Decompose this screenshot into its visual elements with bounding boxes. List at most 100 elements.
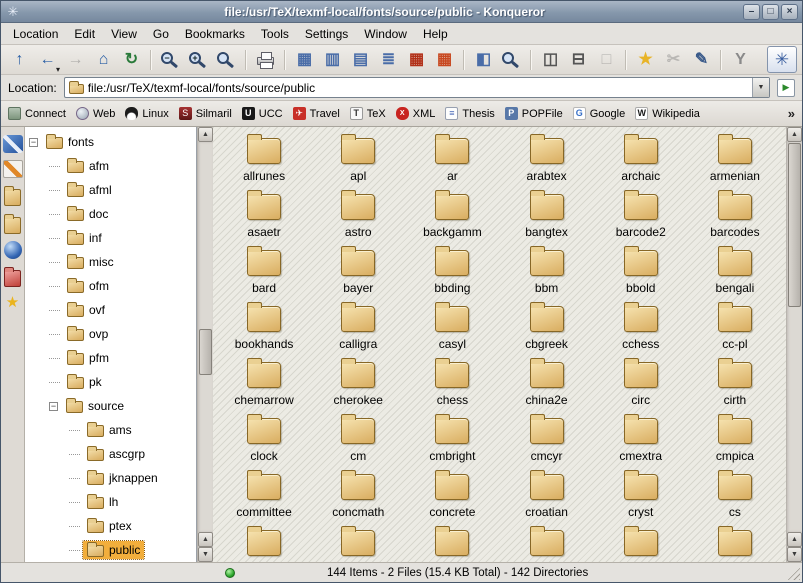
document-edit-icon[interactable]: ✎ — [688, 47, 715, 73]
tree-scroll-thumb[interactable] — [199, 329, 212, 375]
folder-cmpica[interactable]: cmpica — [688, 415, 782, 471]
folder-cherokee[interactable]: cherokee — [311, 359, 405, 415]
scroll-up-icon[interactable] — [198, 532, 213, 547]
bookmark-popfile[interactable]: PPOPFile — [505, 107, 563, 120]
bookmark-web[interactable]: Web — [76, 107, 115, 120]
folder-bookhands[interactable]: bookhands — [217, 303, 311, 359]
bookmark-linux[interactable]: Linux — [125, 107, 168, 120]
menu-tools[interactable]: Tools — [253, 25, 297, 43]
tree-item-ovf[interactable]: ovf — [25, 298, 196, 322]
tree-item-source[interactable]: −source — [25, 394, 196, 418]
main-scroll-thumb[interactable] — [788, 143, 801, 307]
bookmark-ucc[interactable]: UUCC — [242, 107, 283, 120]
folder-bayer[interactable]: bayer — [311, 247, 405, 303]
tree-scrollbar[interactable] — [197, 127, 213, 562]
folder-chemarrow[interactable]: chemarrow — [217, 359, 311, 415]
folder-china2e[interactable]: china2e — [499, 359, 593, 415]
tree-item-public[interactable]: public — [25, 538, 196, 562]
bookmark-google[interactable]: GGoogle — [573, 107, 625, 120]
folder-bangtex[interactable]: bangtex — [499, 191, 593, 247]
list-view-icon[interactable]: ▤ — [347, 47, 374, 73]
pencil-icon[interactable] — [3, 160, 23, 178]
wand-icon[interactable]: Y — [727, 47, 754, 73]
folder-asaetr[interactable]: asaetr — [217, 191, 311, 247]
folder-bbm[interactable]: bbm — [499, 247, 593, 303]
folder-cmbright[interactable]: cmbright — [405, 415, 499, 471]
home-folder-icon[interactable] — [4, 217, 21, 234]
close-button[interactable]: × — [781, 4, 798, 20]
tree-item-inf[interactable]: inf — [25, 226, 196, 250]
folder-cmextra[interactable]: cmextra — [594, 415, 688, 471]
menu-location[interactable]: Location — [5, 25, 66, 43]
folder-astro[interactable]: astro — [311, 191, 405, 247]
tree-item-afm[interactable]: afm — [25, 154, 196, 178]
tree-item-doc[interactable]: doc — [25, 202, 196, 226]
folder-barcodes[interactable]: barcodes — [688, 191, 782, 247]
scroll-down-icon[interactable] — [198, 547, 213, 562]
red-folder-icon[interactable] — [4, 270, 21, 287]
folder-casyl[interactable]: casyl — [405, 303, 499, 359]
folder-partial[interactable] — [311, 527, 405, 562]
menu-window[interactable]: Window — [356, 25, 415, 43]
folder-cs[interactable]: cs — [688, 471, 782, 527]
menu-go[interactable]: Go — [145, 25, 177, 43]
folder-ar[interactable]: ar — [405, 135, 499, 191]
folder-cbgreek[interactable]: cbgreek — [499, 303, 593, 359]
maximize-button[interactable]: □ — [762, 4, 779, 20]
history-folder-icon[interactable] — [4, 189, 21, 206]
folder-barcode2[interactable]: barcode2 — [594, 191, 688, 247]
scroll-up-icon[interactable] — [787, 532, 802, 547]
tree-item-ascgrp[interactable]: ascgrp — [25, 442, 196, 466]
home-icon[interactable]: ⌂ — [90, 47, 117, 73]
bookmark-star-icon[interactable]: ★ — [632, 47, 659, 73]
folder-backgamm[interactable]: backgamm — [405, 191, 499, 247]
split-view-left-right-icon[interactable]: ◫ — [537, 47, 564, 73]
bookmark-tex[interactable]: TTeX — [350, 107, 386, 120]
zoom-out-icon[interactable]: − — [157, 47, 184, 73]
globe-icon[interactable] — [4, 241, 22, 259]
tree-collapse-icon[interactable]: − — [49, 402, 58, 411]
find-icon[interactable] — [213, 47, 240, 73]
menu-bookmarks[interactable]: Bookmarks — [177, 25, 253, 43]
folder-partial[interactable] — [217, 527, 311, 562]
folder-arabtex[interactable]: arabtex — [499, 135, 593, 191]
folder-cm[interactable]: cm — [311, 415, 405, 471]
folder-armenian[interactable]: armenian — [688, 135, 782, 191]
tree-item-lh[interactable]: lh — [25, 490, 196, 514]
folder-circ[interactable]: circ — [594, 359, 688, 415]
resize-grip[interactable] — [786, 566, 800, 580]
main-scrollbar[interactable] — [786, 127, 802, 562]
folder-croatian[interactable]: croatian — [499, 471, 593, 527]
folder-apl[interactable]: apl — [311, 135, 405, 191]
folder-bbold[interactable]: bbold — [594, 247, 688, 303]
star-icon[interactable] — [3, 294, 23, 312]
titlebar[interactable]: file:/usr/TeX/texmf-local/fonts/source/p… — [1, 1, 802, 23]
minimize-button[interactable]: – — [743, 4, 760, 20]
text-view-icon[interactable]: ≣ — [375, 47, 402, 73]
folder-bengali[interactable]: bengali — [688, 247, 782, 303]
split-view-top-bottom-icon[interactable]: ⊟ — [565, 47, 592, 73]
up-icon[interactable]: ↑ — [6, 47, 33, 73]
tree-item-pfm[interactable]: pfm — [25, 346, 196, 370]
folder-calligra[interactable]: calligra — [311, 303, 405, 359]
location-dropdown-icon[interactable] — [752, 78, 769, 97]
go-icon[interactable] — [777, 79, 795, 97]
menu-help[interactable]: Help — [415, 25, 456, 43]
tree-item-misc[interactable]: misc — [25, 250, 196, 274]
folder-allrunes[interactable]: allrunes — [217, 135, 311, 191]
location-input[interactable] — [84, 81, 752, 95]
main-scroll-track[interactable] — [787, 142, 802, 532]
folder-cirth[interactable]: cirth — [688, 359, 782, 415]
scroll-up-icon[interactable] — [787, 127, 802, 142]
folder-committee[interactable]: committee — [217, 471, 311, 527]
folder-cryst[interactable]: cryst — [594, 471, 688, 527]
folder-partial[interactable] — [594, 527, 688, 562]
folder-bard[interactable]: bard — [217, 247, 311, 303]
red-bricks-alt-icon[interactable]: ▦ — [431, 47, 458, 73]
folder-partial[interactable] — [688, 527, 782, 562]
folder-bbding[interactable]: bbding — [405, 247, 499, 303]
tree-item-ams[interactable]: ams — [25, 418, 196, 442]
folder-clock[interactable]: clock — [217, 415, 311, 471]
folder-partial[interactable] — [499, 527, 593, 562]
folder-cchess[interactable]: cchess — [594, 303, 688, 359]
